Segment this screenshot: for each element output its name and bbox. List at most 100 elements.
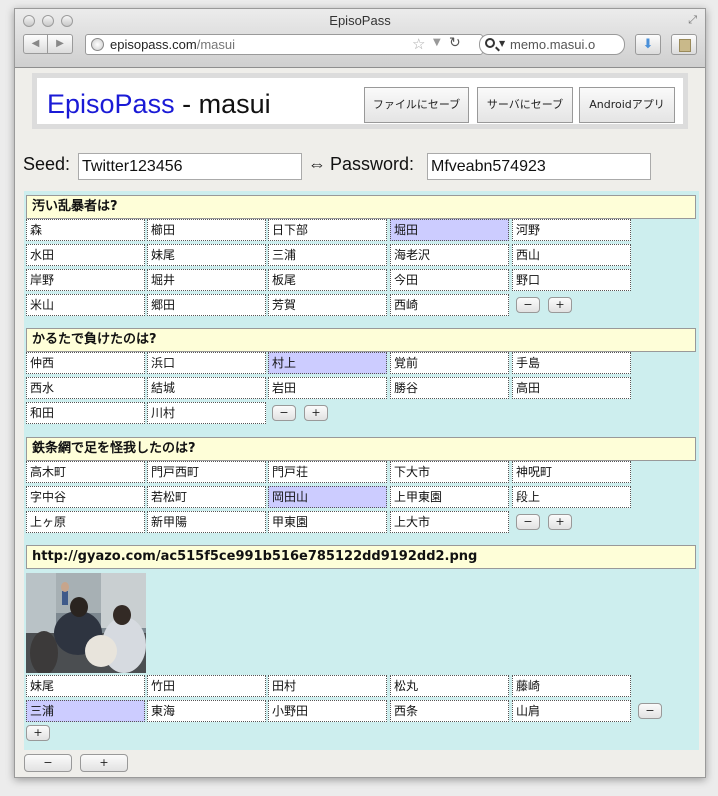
photo-image: [26, 573, 146, 673]
answer-cell[interactable]: 妹尾: [147, 244, 266, 266]
answer-cell[interactable]: 甲東園: [268, 511, 387, 533]
answer-cell[interactable]: 堀田: [390, 219, 509, 241]
answer-cell[interactable]: 手島: [512, 352, 631, 374]
page-content: EpisoPass - masui ファイルにセーブ サーバにセーブ Andro…: [15, 68, 705, 777]
answer-cell[interactable]: 森: [26, 219, 145, 241]
question-title[interactable]: かるたで負けたのは?: [26, 328, 696, 352]
add-answer-button[interactable]: +: [26, 725, 50, 741]
android-app-button[interactable]: Androidアプリ: [579, 87, 675, 123]
answer-cell[interactable]: 芳賀: [268, 294, 387, 316]
search-field[interactable]: ▼ memo.masui.o: [479, 34, 625, 55]
answer-cell[interactable]: 竹田: [147, 675, 266, 697]
answer-cell[interactable]: 勝谷: [390, 377, 509, 399]
downloads-button[interactable]: ⬇: [635, 34, 661, 55]
answer-cell[interactable]: 高田: [512, 377, 631, 399]
answer-cell[interactable]: 海老沢: [390, 244, 509, 266]
globe-icon: [91, 38, 104, 51]
url-host: episopass.com: [110, 37, 197, 52]
remove-answer-button[interactable]: −: [272, 405, 296, 421]
answer-cell[interactable]: 岸野: [26, 269, 145, 291]
answer-cell[interactable]: 岡田山: [268, 486, 387, 508]
forward-button[interactable]: ▶: [48, 34, 73, 54]
address-bar[interactable]: episopass.com/masui ☆ ▼ ↻: [85, 34, 483, 55]
site-header: EpisoPass - masui ファイルにセーブ サーバにセーブ Andro…: [32, 73, 688, 129]
answer-cell[interactable]: 米山: [26, 294, 145, 316]
answer-cell[interactable]: 段上: [512, 486, 631, 508]
reading-list-button[interactable]: [671, 34, 697, 55]
answer-cell[interactable]: 野口: [512, 269, 631, 291]
answer-cell[interactable]: 上ヶ原: [26, 511, 145, 533]
answer-cell[interactable]: 東海: [147, 700, 266, 722]
password-label: Password:: [330, 154, 415, 174]
answer-cell[interactable]: 水田: [26, 244, 145, 266]
bookmark-star-icon[interactable]: ☆: [412, 35, 425, 53]
answer-cell[interactable]: 西崎: [390, 294, 509, 316]
question-image: [26, 573, 146, 673]
answer-cell[interactable]: 結城: [147, 377, 266, 399]
answer-cell[interactable]: 和田: [26, 402, 145, 424]
add-answer-button[interactable]: +: [548, 297, 572, 313]
question-title[interactable]: 汚い乱暴者は?: [26, 195, 696, 219]
answer-cell[interactable]: 若松町: [147, 486, 266, 508]
remove-answer-button[interactable]: −: [516, 514, 540, 530]
answer-cell[interactable]: 村上: [268, 352, 387, 374]
answer-cell[interactable]: 西水: [26, 377, 145, 399]
answer-cell[interactable]: 浜口: [147, 352, 266, 374]
answer-cell[interactable]: 櫛田: [147, 219, 266, 241]
remove-question-button[interactable]: −: [24, 754, 72, 772]
answer-cell[interactable]: 郷田: [147, 294, 266, 316]
add-question-button[interactable]: +: [80, 754, 128, 772]
answer-cell[interactable]: 三浦: [268, 244, 387, 266]
seed-input[interactable]: Twitter123456: [78, 153, 302, 180]
answer-cell[interactable]: 三浦: [26, 700, 145, 722]
title-bar: EpisoPass ⤢ ◀ ▶ episopass.com/masui ☆ ▼ …: [15, 9, 705, 68]
answer-cell[interactable]: 門戸西町: [147, 461, 266, 483]
answer-cell[interactable]: 山肩: [512, 700, 631, 722]
answer-cell[interactable]: 妹尾: [26, 675, 145, 697]
answer-cell[interactable]: 上大市: [390, 511, 509, 533]
reload-icon[interactable]: ↻: [449, 35, 461, 51]
search-engine-dropdown-icon[interactable]: ▼: [499, 39, 505, 48]
answer-cell[interactable]: 小野田: [268, 700, 387, 722]
logo-brand: EpisoPass: [47, 89, 175, 119]
password-output[interactable]: Mfveabn574923: [427, 153, 651, 180]
questions-area: 汚い乱暴者は? 森櫛田 日下部 堀田 河野 水田 妹尾 三浦 海老沢 西山 岸野 堀井 板尾 今田 野口 米山…: [24, 191, 699, 750]
url-text: episopass.com/masui: [110, 37, 235, 52]
back-button[interactable]: ◀: [23, 34, 48, 54]
answer-cell[interactable]: 田村: [268, 675, 387, 697]
remove-answer-button[interactable]: −: [638, 703, 662, 719]
save-server-button[interactable]: サーバにセーブ: [477, 87, 573, 123]
download-arrow-icon: ⬇: [642, 37, 654, 52]
answer-cell[interactable]: 神呪町: [512, 461, 631, 483]
remove-answer-button[interactable]: −: [516, 297, 540, 313]
url-dropdown-icon[interactable]: ▼: [433, 37, 441, 48]
answer-cell[interactable]: 今田: [390, 269, 509, 291]
answer-cell[interactable]: 仲西: [26, 352, 145, 374]
question-title[interactable]: http://gyazo.com/ac515f5ce991b516e785122…: [26, 545, 696, 569]
answer-cell[interactable]: 高木町: [26, 461, 145, 483]
answer-cell[interactable]: 下大市: [390, 461, 509, 483]
answer-cell[interactable]: 覚前: [390, 352, 509, 374]
answer-cell[interactable]: 上甲東園: [390, 486, 509, 508]
answer-cell[interactable]: 川村: [147, 402, 266, 424]
answer-cell[interactable]: 堀井: [147, 269, 266, 291]
logo-user: masui: [198, 89, 271, 119]
answer-cell[interactable]: 板尾: [268, 269, 387, 291]
answer-cell[interactable]: 字中谷: [26, 486, 145, 508]
answer-cell[interactable]: 藤崎: [512, 675, 631, 697]
question-title[interactable]: 鉄条網で足を怪我したのは?: [26, 437, 696, 461]
url-path: /masui: [196, 37, 236, 52]
answer-cell[interactable]: 松丸: [390, 675, 509, 697]
fullscreen-icon[interactable]: ⤢: [688, 13, 697, 27]
search-text: memo.masui.o: [510, 37, 596, 52]
answer-cell[interactable]: 岩田: [268, 377, 387, 399]
answer-cell[interactable]: 新甲陽: [147, 511, 266, 533]
answer-cell[interactable]: 西山: [512, 244, 631, 266]
add-answer-button[interactable]: +: [548, 514, 572, 530]
answer-cell[interactable]: 門戸荘: [268, 461, 387, 483]
answer-cell[interactable]: 西条: [390, 700, 509, 722]
answer-cell[interactable]: 河野: [512, 219, 631, 241]
save-file-button[interactable]: ファイルにセーブ: [364, 87, 469, 123]
answer-cell[interactable]: 日下部: [268, 219, 387, 241]
add-answer-button[interactable]: +: [304, 405, 328, 421]
